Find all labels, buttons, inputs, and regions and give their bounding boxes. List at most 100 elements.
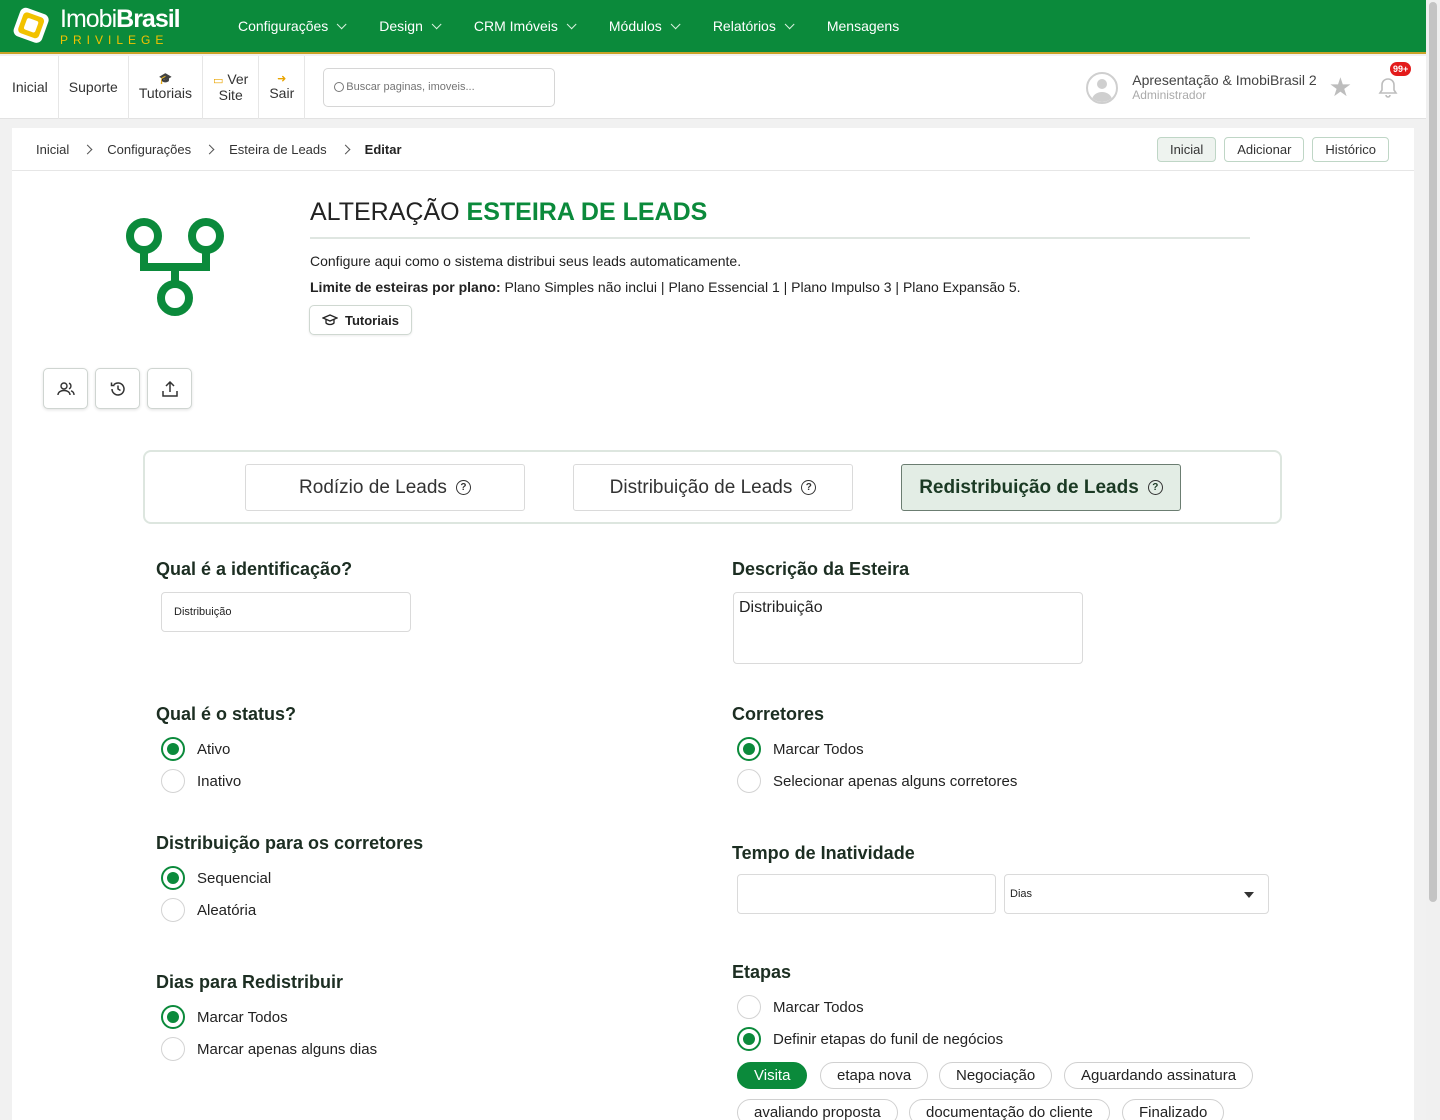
corretores-alguns-option[interactable]: Selecionar apenas alguns corretores xyxy=(737,769,1017,793)
export-button[interactable] xyxy=(147,368,192,409)
avatar[interactable] xyxy=(1086,71,1119,104)
radio-unchecked[interactable] xyxy=(161,769,185,793)
notification-badge: 99+ xyxy=(1390,61,1412,76)
dias-todos-option[interactable]: Marcar Todos xyxy=(161,1005,288,1029)
history-icon xyxy=(110,381,125,396)
adicionar-button[interactable]: Adicionar xyxy=(1224,137,1305,162)
history-button[interactable] xyxy=(95,368,140,409)
sub-sair[interactable]: ➜ Sair xyxy=(259,55,306,119)
breadcrumb: Inicial Configurações Esteira de Leads E… xyxy=(12,128,1414,171)
etapas-definir-option[interactable]: Definir etapas do funil de negócios xyxy=(737,1027,1003,1051)
etapa-chip[interactable]: documentação do cliente xyxy=(909,1099,1110,1120)
breadcrumb-actions: Inicial Adicionar Histórico xyxy=(1156,137,1389,162)
plan-limits: Limite de esteiras por plano: Plano Simp… xyxy=(310,279,1021,295)
tab-distribuicao[interactable]: Distribuição de Leads? xyxy=(573,464,853,511)
search-box[interactable] xyxy=(323,67,556,107)
chevron-down-icon xyxy=(566,18,577,29)
help-icon[interactable]: ? xyxy=(1147,480,1163,495)
caret-down-icon xyxy=(1244,892,1254,898)
radio-checked[interactable] xyxy=(161,737,185,761)
status-ativo-option[interactable]: Ativo xyxy=(161,737,230,761)
page-description: Configure aqui como o sistema distribui … xyxy=(310,253,742,269)
sub-tutoriais[interactable]: 🎓 Tutoriais xyxy=(129,55,204,119)
tab-redistribuicao[interactable]: Redistribuição de Leads? xyxy=(901,464,1181,511)
page-scrollbar[interactable] xyxy=(1426,0,1440,1120)
identificacao-input[interactable] xyxy=(161,592,411,632)
dias-alguns-option[interactable]: Marcar apenas alguns dias xyxy=(161,1037,377,1061)
upload-icon xyxy=(161,380,178,397)
status-inativo-option[interactable]: Inativo xyxy=(161,769,241,793)
user-role: Administrador xyxy=(1132,88,1207,103)
help-icon[interactable]: ? xyxy=(455,480,471,495)
historico-button[interactable]: Histórico xyxy=(1312,137,1389,162)
users-icon xyxy=(56,381,75,395)
star-icon[interactable]: ★ xyxy=(1329,72,1352,103)
radio-checked[interactable] xyxy=(737,737,761,761)
breadcrumb-editar: Editar xyxy=(364,141,402,157)
breadcrumb-configuracoes[interactable]: Configurações xyxy=(107,142,191,157)
distribuicao-sequencial-option[interactable]: Sequencial xyxy=(161,866,271,890)
content-card: Inicial Configurações Esteira de Leads E… xyxy=(12,128,1414,1120)
scrollbar-thumb[interactable] xyxy=(1429,2,1437,902)
sub-inicial[interactable]: Inicial xyxy=(0,55,59,119)
radio-unchecked[interactable] xyxy=(737,995,761,1019)
chevron-down-icon xyxy=(784,18,795,29)
menu-design[interactable]: Design xyxy=(365,0,460,53)
radio-checked[interactable] xyxy=(737,1027,761,1051)
menu-modulos[interactable]: Módulos xyxy=(595,0,699,53)
monitor-icon: ▭ xyxy=(213,74,224,87)
dias-label: Dias para Redistribuir xyxy=(156,972,344,992)
radio-unchecked[interactable] xyxy=(161,1037,185,1061)
etapa-chip[interactable]: avaliando proposta xyxy=(737,1099,898,1120)
search-input[interactable] xyxy=(346,81,547,93)
etapa-chip[interactable]: Visita xyxy=(737,1062,808,1089)
user-info[interactable]: Apresentação & ImobiBrasil 2 Administrad… xyxy=(1132,71,1317,103)
identificacao-label: Qual é a identificação? xyxy=(156,559,353,579)
logo-mark-icon xyxy=(12,5,54,47)
inatividade-input[interactable] xyxy=(737,874,996,914)
graduation-cap-icon xyxy=(322,314,338,326)
descricao-label: Descrição da Esteira xyxy=(732,559,910,579)
users-button[interactable] xyxy=(43,368,88,409)
radio-unchecked[interactable] xyxy=(161,898,185,922)
descricao-textarea[interactable]: Distribuição xyxy=(733,592,1083,664)
bell-icon xyxy=(1378,77,1398,98)
menu-mensagens[interactable]: Mensagens xyxy=(813,0,913,53)
etapas-todos-option[interactable]: Marcar Todos xyxy=(737,995,864,1019)
corretores-todos-option[interactable]: Marcar Todos xyxy=(737,737,864,761)
tab-rodizio[interactable]: Rodízio de Leads? xyxy=(245,464,525,511)
user-name: Apresentação & ImobiBrasil 2 xyxy=(1132,71,1317,88)
menu-crm-imoveis[interactable]: CRM Imóveis xyxy=(460,0,595,53)
breadcrumb-inicial[interactable]: Inicial xyxy=(36,142,69,157)
menu-configuracoes[interactable]: Configurações xyxy=(224,0,365,53)
secondary-toolbar: Inicial Suporte 🎓 Tutoriais ▭ Ver Site ➜… xyxy=(0,55,1426,119)
page-title: ALTERAÇÃO ESTEIRA DE LEADS xyxy=(310,198,1250,239)
breadcrumb-esteira[interactable]: Esteira de Leads xyxy=(229,142,327,157)
brand-logo[interactable]: ImobiBrasil PRIVILEGE xyxy=(12,1,202,51)
help-icon[interactable]: ? xyxy=(801,480,817,495)
radio-checked[interactable] xyxy=(161,1005,185,1029)
lead-flow-icon xyxy=(126,218,224,316)
user-area: Apresentação & ImobiBrasil 2 Administrad… xyxy=(1086,56,1412,119)
sub-suporte[interactable]: Suporte xyxy=(59,55,129,119)
corretores-label: Corretores xyxy=(732,704,825,724)
search-icon xyxy=(334,82,345,92)
menu-relatorios[interactable]: Relatórios xyxy=(699,0,813,53)
brand-name: ImobiBrasil xyxy=(60,4,181,33)
radio-checked[interactable] xyxy=(161,866,185,890)
etapa-chip[interactable]: etapa nova xyxy=(820,1062,929,1089)
sub-ver-site[interactable]: ▭ Ver Site xyxy=(203,55,260,119)
tutorials-button[interactable]: Tutoriais xyxy=(309,305,412,335)
etapa-chip[interactable]: Aguardando assinatura xyxy=(1064,1062,1254,1089)
notifications-button[interactable]: 99+ xyxy=(1376,61,1412,100)
inatividade-unit-select[interactable]: Dias xyxy=(1004,874,1269,914)
etapas-label: Etapas xyxy=(732,962,792,982)
etapa-chip[interactable]: Finalizado xyxy=(1122,1099,1225,1120)
distribuicao-aleatoria-option[interactable]: Aleatória xyxy=(161,898,256,922)
tabs-container: Rodízio de Leads? Distribuição de Leads?… xyxy=(143,450,1282,524)
status-label: Qual é o status? xyxy=(156,704,297,724)
top-navbar: ImobiBrasil PRIVILEGE Configurações Desi… xyxy=(0,0,1426,54)
inicial-button[interactable]: Inicial xyxy=(1156,137,1217,162)
radio-unchecked[interactable] xyxy=(737,769,761,793)
etapa-chip[interactable]: Negociação xyxy=(939,1062,1053,1089)
